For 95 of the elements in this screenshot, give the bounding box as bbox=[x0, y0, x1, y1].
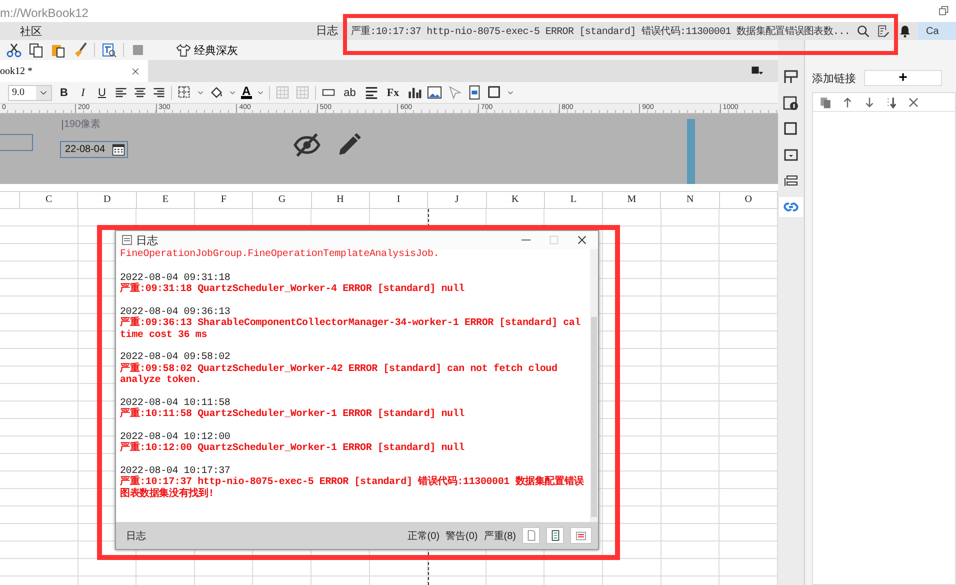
dialog-title: 日志 bbox=[136, 234, 159, 248]
text-style-button[interactable]: U bbox=[95, 86, 109, 98]
input-field[interactable] bbox=[0, 134, 33, 151]
scissors-icon[interactable] bbox=[6, 42, 22, 58]
log-timestamp: 2022-08-04 10:17:37 bbox=[120, 466, 232, 476]
text-style-button[interactable]: I bbox=[76, 86, 90, 98]
address-text: m://WorkBook12 bbox=[0, 6, 88, 22]
column-header[interactable]: L bbox=[544, 192, 604, 208]
copy-icon[interactable] bbox=[28, 42, 44, 58]
column-header[interactable]: C bbox=[20, 192, 78, 208]
frame-icon[interactable] bbox=[487, 85, 502, 100]
column-header[interactable]: F bbox=[195, 192, 254, 208]
restore-icon[interactable] bbox=[938, 5, 950, 17]
column-header[interactable]: G bbox=[253, 192, 312, 208]
panel-icon bbox=[783, 147, 799, 163]
down-arrow-icon[interactable] bbox=[863, 96, 876, 108]
log-error-message: 严重:10:11:58 QuartzScheduler_Worker-1 ERROR [standard] null bbox=[120, 409, 466, 420]
list-icon bbox=[575, 530, 587, 542]
log-error-message: 严重:09:31:18 QuartzScheduler_Worker-4 ERROR [standard] null bbox=[120, 284, 466, 296]
log-line: FineOperationJobGroup.FineOperationTemplateAnalysisJob. bbox=[120, 249, 440, 260]
align-right-icon[interactable] bbox=[152, 86, 166, 100]
theme-button[interactable]: 经典深灰 bbox=[172, 42, 242, 58]
column-header[interactable]: J bbox=[428, 192, 487, 208]
width-label: 190像素 bbox=[62, 120, 101, 130]
formula-button[interactable]: Fx bbox=[384, 86, 402, 98]
layout-icon bbox=[783, 69, 799, 85]
fill-color-icon[interactable] bbox=[209, 85, 224, 100]
find-icon[interactable] bbox=[101, 42, 117, 58]
account-button[interactable]: Ca bbox=[918, 22, 956, 40]
search-icon[interactable] bbox=[856, 24, 870, 38]
log-timestamp: 2022-08-04 09:36:13 bbox=[120, 306, 232, 318]
log-timestamp: 2022-08-04 09:58:02 bbox=[120, 352, 232, 363]
page-button[interactable] bbox=[522, 527, 540, 544]
info-icon bbox=[783, 95, 799, 111]
up-arrow-icon[interactable] bbox=[841, 96, 854, 108]
square-icon bbox=[783, 121, 799, 137]
calendar-icon bbox=[112, 143, 125, 156]
delete-icon[interactable] bbox=[907, 96, 920, 108]
add-button[interactable]: + bbox=[864, 70, 942, 86]
column-header[interactable]: I bbox=[370, 192, 428, 208]
log-error-message: 严重:09:36:13 SharableComponentCollectorManager-34-worker-1 ERROR [standard] cal time cost 36 ms bbox=[120, 318, 582, 341]
brush-icon[interactable] bbox=[72, 42, 88, 58]
column-header[interactable]: H bbox=[312, 192, 370, 208]
square-icon[interactable] bbox=[130, 42, 146, 58]
caret-icon bbox=[197, 89, 204, 96]
font-color-button[interactable]: A bbox=[241, 86, 252, 99]
list-button[interactable] bbox=[546, 527, 564, 544]
text-style-button[interactable]: B bbox=[57, 86, 71, 98]
list-menu-button[interactable] bbox=[570, 527, 592, 544]
footer-label: 日志 bbox=[126, 530, 147, 542]
log-label[interactable]: 日志 bbox=[316, 26, 345, 36]
log-error-message: 严重:10:17:37 http-nio-8075-exec-5 ERROR [standard] 错误代码:11300001 数据集配置错误图表数据集没有找到! bbox=[120, 477, 585, 500]
lines-icon[interactable] bbox=[364, 85, 379, 100]
align-center-icon[interactable] bbox=[133, 86, 147, 100]
column-header[interactable]: E bbox=[136, 192, 196, 208]
window-icon bbox=[121, 234, 133, 246]
caret-icon bbox=[256, 89, 264, 96]
caret-icon bbox=[229, 89, 236, 96]
bell-icon[interactable] bbox=[898, 24, 912, 38]
log-message: 严重:10:17:37 http-nio-8075-exec-5 ERROR [standard] 错误代码:11300001 数据集配置错误图表数... bbox=[350, 24, 850, 38]
paste-icon[interactable] bbox=[50, 42, 66, 58]
vertical-marker bbox=[687, 119, 695, 184]
border-icon[interactable] bbox=[177, 85, 192, 100]
log-timestamp: 2022-08-04 10:12:00 bbox=[120, 432, 232, 442]
pointer-icon[interactable] bbox=[447, 85, 462, 100]
shirt-icon bbox=[176, 42, 191, 58]
font-size-field[interactable]: 9.0 bbox=[8, 84, 52, 100]
log-timestamp: 2022-08-04 10:11:58 bbox=[120, 398, 232, 408]
add-link-label: 添加链接 bbox=[812, 72, 856, 86]
move-bottom-icon[interactable] bbox=[885, 96, 898, 108]
log-error-message: 严重:10:12:00 QuartzScheduler_Worker-1 ERROR [standard] null bbox=[120, 443, 466, 454]
log-timestamp: 2022-08-04 09:31:18 bbox=[120, 272, 232, 284]
level-count[interactable]: 警告(0) bbox=[446, 528, 478, 542]
stack-icon bbox=[783, 173, 799, 189]
date-field[interactable]: 22-08-04 bbox=[60, 141, 128, 158]
scrollbar[interactable] bbox=[590, 249, 598, 522]
column-header[interactable]: D bbox=[78, 192, 137, 208]
workbook-tab[interactable]: ook12 * bbox=[0, 60, 148, 82]
bar-chart-icon[interactable] bbox=[407, 85, 422, 100]
menu-item[interactable]: 社区 bbox=[0, 24, 42, 38]
document-icon[interactable] bbox=[467, 85, 482, 100]
text-field-button[interactable]: ab bbox=[340, 86, 359, 98]
eye-slash-icon bbox=[293, 132, 321, 158]
caret-icon bbox=[507, 89, 514, 96]
align-left-icon[interactable] bbox=[114, 86, 128, 100]
document-edit-icon[interactable] bbox=[876, 24, 890, 38]
log-error-message: 严重:09:58:02 QuartzScheduler_Worker-42 ERROR [standard] can not fetch cloud analyze token. bbox=[120, 364, 558, 386]
level-count[interactable]: 正常(0) bbox=[407, 528, 440, 542]
close-icon[interactable] bbox=[576, 234, 588, 246]
column-header[interactable]: N bbox=[661, 192, 720, 208]
column-header[interactable]: M bbox=[603, 192, 662, 208]
column-header[interactable]: K bbox=[486, 192, 545, 208]
image-icon[interactable] bbox=[427, 85, 442, 100]
close-icon bbox=[131, 66, 140, 76]
level-count[interactable]: 严重(8) bbox=[484, 528, 516, 542]
